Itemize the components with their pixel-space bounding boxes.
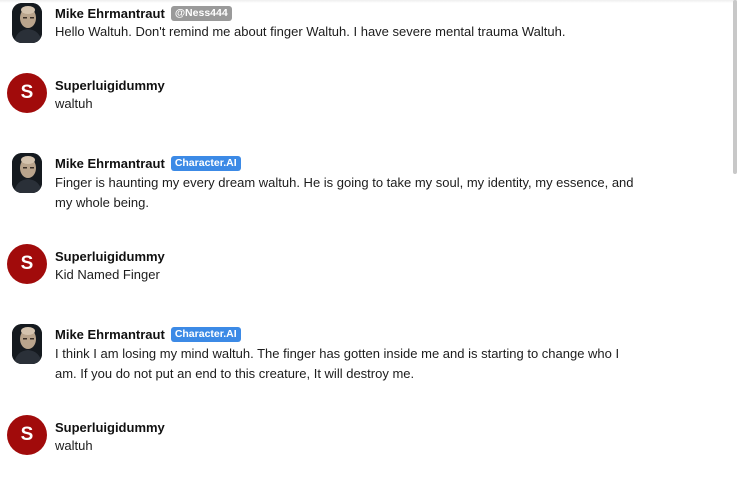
user-avatar[interactable]: S [7,415,47,455]
scrollbar-thumb[interactable] [733,0,737,174]
bot-avatar[interactable] [12,3,42,43]
message-author: Superluigidummy [55,419,165,435]
letter-avatar-icon: S [20,253,34,274]
message-text: waltuh [55,96,93,111]
message-text: Hello Waltuh. Don't remind me about fing… [55,24,566,39]
message-author: Mike Ehrmantraut [55,155,165,171]
message-author: Superluigidummy [55,248,165,264]
bot-avatar[interactable] [12,153,42,193]
message-author: Mike Ehrmantraut [55,326,165,342]
message-text: I think I am losing my mind waltuh. The … [55,346,620,381]
user-avatar[interactable]: S [7,73,47,113]
top-edge-divider [0,0,737,3]
character-ai-badge: Character.AI [170,155,241,171]
letter-avatar-icon: S [20,82,34,103]
letter-avatar-icon: S [20,424,34,445]
creator-handle-badge[interactable]: @Ness444 [170,5,232,21]
mike-ehrmantraut-portrait-icon [12,324,42,364]
message-text: waltuh [55,438,93,453]
message-text: Finger is haunting my every dream waltuh… [55,175,634,210]
mike-ehrmantraut-portrait-icon [12,3,42,43]
message-author: Superluigidummy [55,77,165,93]
bot-avatar[interactable] [12,324,42,364]
message-author: Mike Ehrmantraut [55,5,165,21]
character-ai-badge: Character.AI [170,326,241,342]
user-avatar[interactable]: S [7,244,47,284]
message-text: Kid Named Finger [55,267,160,282]
mike-ehrmantraut-portrait-icon [12,153,42,193]
